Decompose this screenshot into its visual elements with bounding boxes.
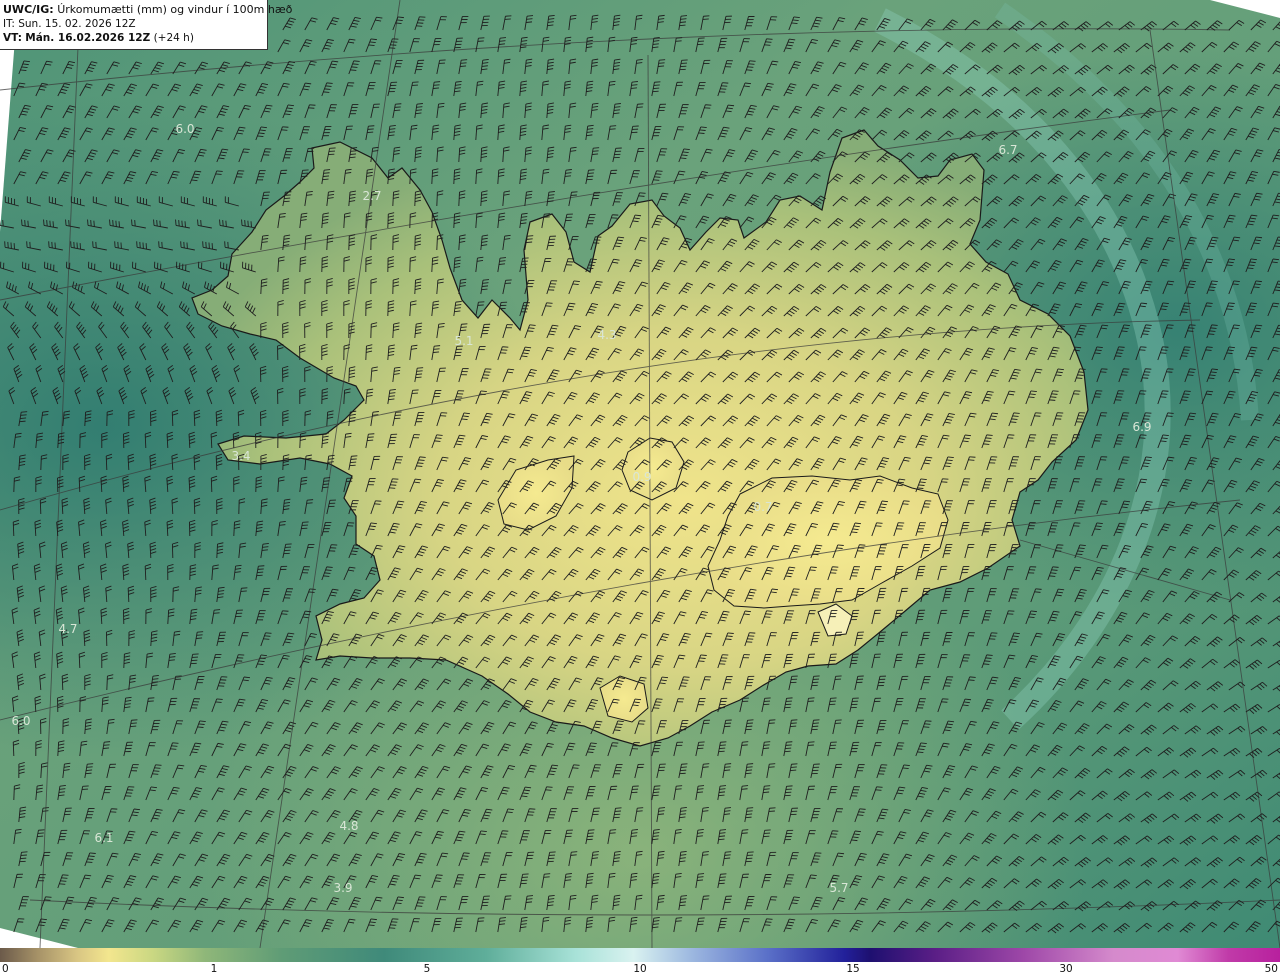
colorbar-tick: 1: [210, 963, 218, 975]
label-5-1-north: 5.1: [454, 334, 474, 348]
colorbar-tick: 0: [2, 963, 9, 975]
init-time: IT: Sun. 15. 02. 2026 12Z: [3, 18, 136, 30]
colorbar-tick-labels: 0 1 5 10 15 30 50: [0, 962, 1280, 978]
label-6-1-sw: 6.1: [94, 831, 114, 845]
label-6-9-east: 6.9: [1132, 420, 1152, 434]
valid-time-line: VT: Mán. 16.02.2026 12Z (+24 h): [3, 31, 264, 45]
precipitation-colorbar: [0, 948, 1280, 962]
label-0-9-hofsjokull: 0.9: [632, 470, 652, 484]
label-4-7-sw: 4.7: [58, 622, 78, 636]
colorbar-tick: 50: [1264, 963, 1278, 975]
label-3-9-south: 3.9: [333, 881, 353, 895]
header-title-line: UWC/IG: Úrkomumætti (mm) og vindur í 100…: [3, 3, 292, 17]
label-4-3-north: 4.3: [597, 328, 617, 342]
label-5-7-south: 5.7: [829, 881, 849, 895]
valid-prefix: VT:: [3, 32, 22, 44]
colorbar-tick: 30: [1059, 963, 1073, 975]
valid-time: Mán. 16.02.2026 12Z: [25, 32, 151, 44]
value-labels-layer: 6.0 2.7 6.7 5.1 4.3 6.9 3.4 0.9 0.7 4.7 6.0 6.1 4.8 3…: [0, 0, 1280, 948]
label-2-7-westfjords: 2.7: [362, 189, 382, 203]
label-6-0-sw: 6.0: [11, 714, 31, 728]
colorbar-tick: 15: [846, 963, 860, 975]
label-0-7-vatnajokull: 0.7: [753, 500, 773, 514]
lead-time: (+24 h): [153, 32, 194, 44]
label-4-8-south: 4.8: [339, 819, 359, 833]
model-name: UWC/IG:: [3, 3, 54, 16]
map-header: UWC/IG: Úrkomumætti (mm) og vindur í 100…: [0, 0, 292, 50]
product-title: Úrkomumætti (mm) og vindur í 100m hæð: [57, 3, 293, 16]
label-6-7-ne: 6.7: [998, 143, 1018, 157]
colorbar-tick: 10: [633, 963, 647, 975]
label-3-4-west: 3.4: [231, 449, 251, 463]
label-6-0-nw: 6.0: [175, 122, 195, 136]
colorbar-tick: 5: [423, 963, 431, 975]
weather-map: 6.0 2.7 6.7 5.1 4.3 6.9 3.4 0.9 0.7 4.7 6.0 6.1 4.8 3…: [0, 0, 1280, 978]
